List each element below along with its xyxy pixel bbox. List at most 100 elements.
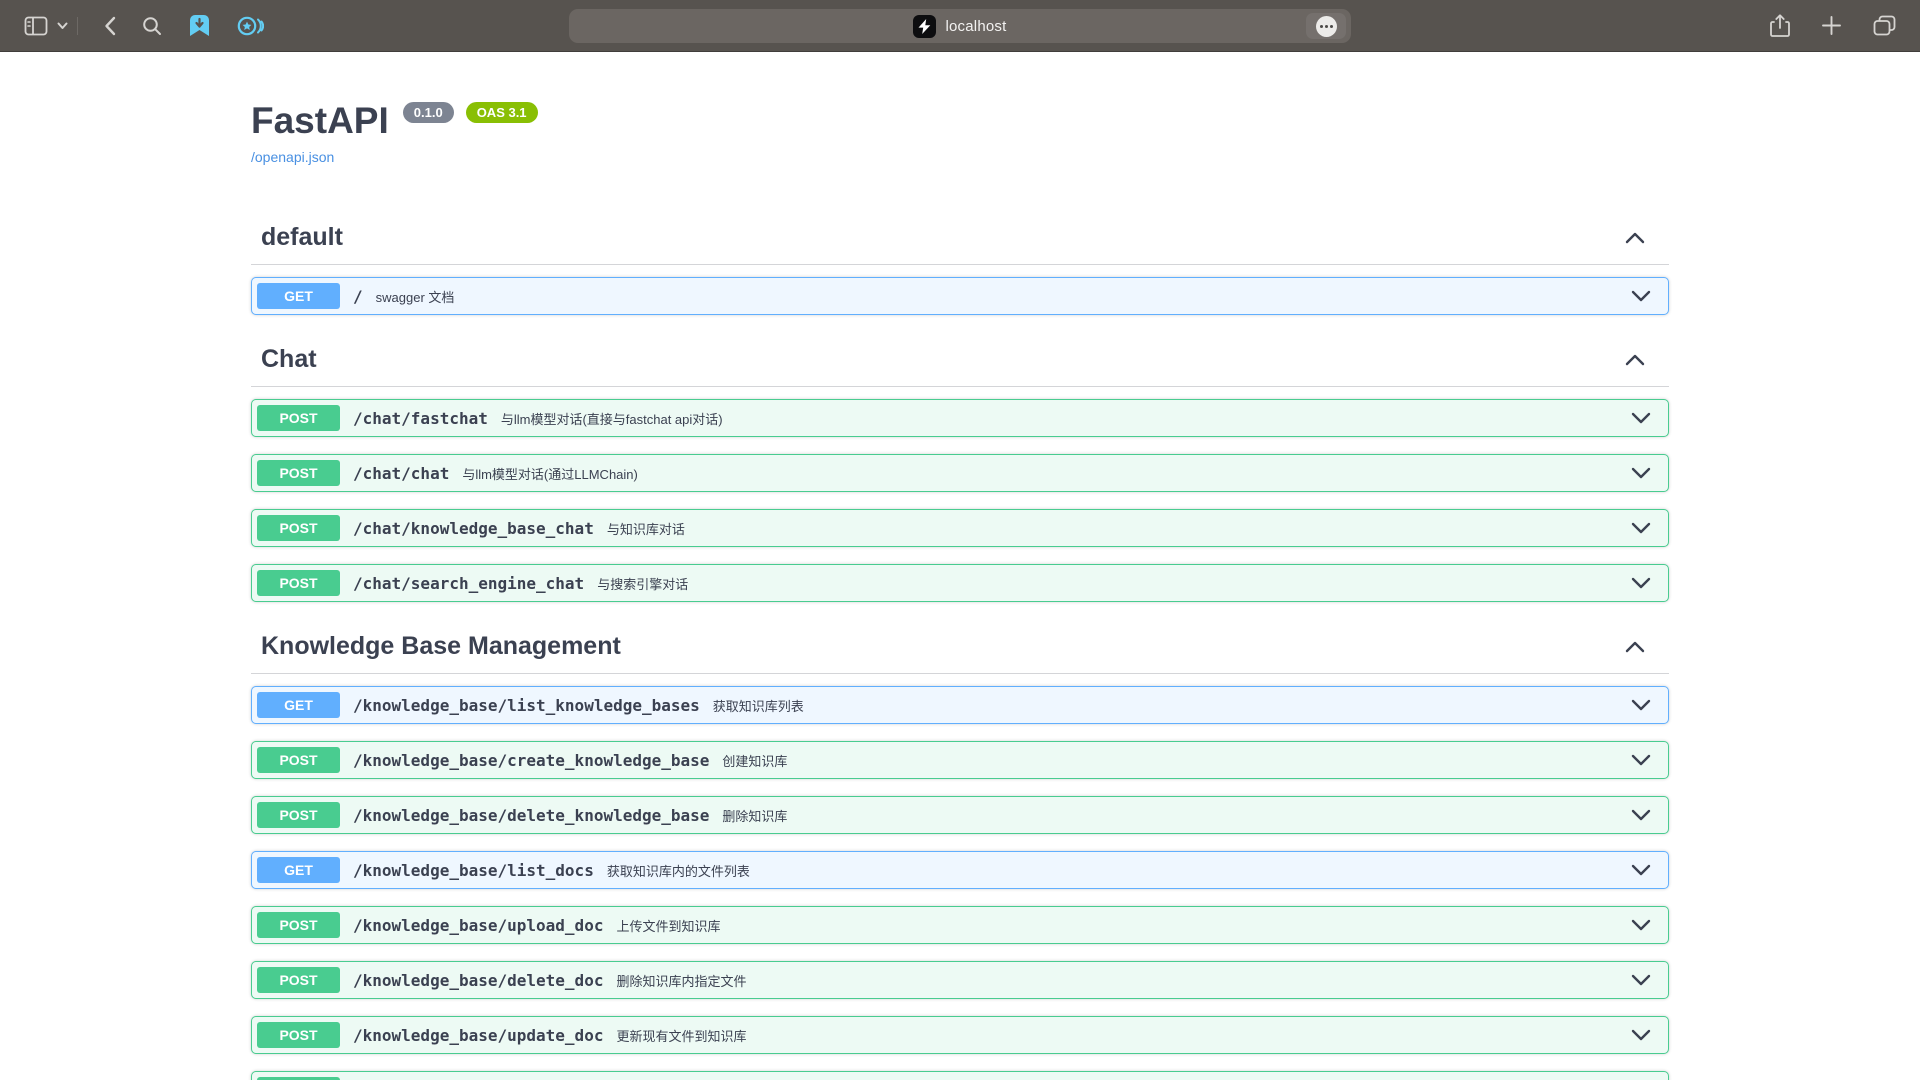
endpoint-description: swagger 文档 <box>376 287 455 306</box>
sidebar-toggle-button[interactable] <box>24 16 48 36</box>
endpoint-description: 删除知识库 <box>722 806 787 825</box>
api-info: FastAPI 0.1.0 OAS 3.1 /openapi.json <box>251 52 1669 167</box>
search-icon <box>142 16 162 36</box>
expand-arrow <box>1631 577 1651 589</box>
focus-extension-button[interactable] <box>237 15 264 37</box>
chevron-up-icon <box>1625 354 1645 366</box>
page-title: FastAPI <box>251 100 389 142</box>
sidebar-icon <box>24 16 48 36</box>
section-default: default GET / swagger 文档 <box>251 207 1669 315</box>
endpoint-row[interactable]: POST /chat/search_engine_chat 与搜索引擎对话 <box>251 564 1669 602</box>
endpoint-description: 更新现有文件到知识库 <box>616 1026 746 1045</box>
method-badge: POST <box>257 967 340 993</box>
endpoint-path: /knowledge_base/update_doc <box>353 1026 603 1045</box>
chevron-down-icon <box>1631 919 1651 931</box>
chevron-down-icon <box>1631 754 1651 766</box>
endpoint-path: /chat/knowledge_base_chat <box>353 519 594 538</box>
method-badge: POST <box>257 747 340 773</box>
endpoint-row[interactable]: POST /knowledge_base/delete_knowledge_ba… <box>251 796 1669 834</box>
endpoint-row[interactable]: POST /chat/fastchat 与llm模型对话(直接与fastchat… <box>251 399 1669 437</box>
endpoint-path: /knowledge_base/list_docs <box>353 861 594 880</box>
chevron-up-icon <box>1625 232 1645 244</box>
new-tab-button[interactable] <box>1822 16 1841 35</box>
address-bar[interactable]: localhost <box>569 9 1351 43</box>
endpoint-row[interactable]: GET /knowledge_base/list_knowledge_bases… <box>251 686 1669 724</box>
endpoint-description: 与llm模型对话(通过LLMChain) <box>462 464 638 483</box>
page-settings-button[interactable] <box>1306 13 1346 39</box>
section-header-knowledge-base-management[interactable]: Knowledge Base Management <box>251 616 1669 674</box>
expand-arrow <box>1631 809 1651 821</box>
endpoint-path: /chat/chat <box>353 464 449 483</box>
search-button[interactable] <box>142 16 162 36</box>
toolbar-divider <box>77 17 78 35</box>
method-badge: POST <box>257 802 340 828</box>
expand-arrow <box>1631 754 1651 766</box>
endpoint-description: 获取知识库内的文件列表 <box>607 861 750 880</box>
endpoint-description: 获取知识库列表 <box>713 696 804 715</box>
bookmark-arrow-icon <box>188 15 211 37</box>
expand-arrow <box>1631 290 1651 302</box>
endpoint-row[interactable]: GET /knowledge_base/list_docs 获取知识库内的文件列… <box>251 851 1669 889</box>
expand-arrow <box>1631 412 1651 424</box>
section-title: default <box>261 223 343 252</box>
endpoint-row[interactable]: GET / swagger 文档 <box>251 277 1669 315</box>
endpoint-path: /knowledge_base/upload_doc <box>353 916 603 935</box>
method-badge: GET <box>257 692 340 718</box>
chevron-left-icon <box>104 16 116 36</box>
endpoint-row[interactable]: POST /knowledge_base/delete_doc 删除知识库内指定… <box>251 961 1669 999</box>
plus-icon <box>1822 16 1841 35</box>
method-badge: POST <box>257 570 340 596</box>
chevron-down-icon <box>1631 577 1651 589</box>
endpoint-row[interactable]: POST /knowledge_base/update_doc 更新现有文件到知… <box>251 1016 1669 1054</box>
openapi-spec-link[interactable]: /openapi.json <box>251 149 334 165</box>
endpoint-row[interactable]: POST /knowledge_base/upload_doc 上传文件到知识库 <box>251 906 1669 944</box>
section-title: Chat <box>261 345 317 374</box>
oas-badge: OAS 3.1 <box>466 102 538 123</box>
chevron-down-icon <box>1631 290 1651 302</box>
section-chat: Chat POST /chat/fastchat 与llm模型对话(直接与fas… <box>251 329 1669 602</box>
endpoint-description: 与知识库对话 <box>607 519 685 538</box>
endpoint-path: /chat/search_engine_chat <box>353 574 584 593</box>
expand-arrow <box>1631 919 1651 931</box>
method-badge: POST <box>257 405 340 431</box>
method-badge: GET <box>257 857 340 883</box>
section-title: Knowledge Base Management <box>261 632 621 661</box>
endpoint-row[interactable]: POST /knowledge_base/recreate_vector_sto… <box>251 1071 1669 1080</box>
ellipsis-icon <box>1316 16 1337 37</box>
endpoint-row[interactable]: POST /chat/knowledge_base_chat 与知识库对话 <box>251 509 1669 547</box>
expand-arrow <box>1631 1029 1651 1041</box>
sidebar-chevron-button[interactable] <box>57 22 68 30</box>
share-button[interactable] <box>1770 14 1790 38</box>
endpoint-path: / <box>353 287 363 306</box>
expand-arrow <box>1631 974 1651 986</box>
tab-overview-button[interactable] <box>1873 15 1896 36</box>
method-badge: POST <box>257 460 340 486</box>
chevron-down-icon <box>1631 974 1651 986</box>
chevron-down-icon <box>1631 864 1651 876</box>
endpoint-description: 与llm模型对话(直接与fastchat api对话) <box>501 409 723 428</box>
endpoint-path: /chat/fastchat <box>353 409 488 428</box>
endpoint-description: 与搜索引擎对话 <box>597 574 688 593</box>
endpoint-path: /knowledge_base/create_knowledge_base <box>353 751 709 770</box>
endpoint-path: /knowledge_base/delete_knowledge_base <box>353 806 709 825</box>
chevron-down-icon <box>1631 467 1651 479</box>
endpoint-description: 创建知识库 <box>722 751 787 770</box>
expand-arrow <box>1631 522 1651 534</box>
chevron-down-icon <box>1631 809 1651 821</box>
endpoint-description: 删除知识库内指定文件 <box>616 971 746 990</box>
back-button[interactable] <box>104 16 116 36</box>
section-header-default[interactable]: default <box>251 207 1669 265</box>
endpoint-description: 上传文件到知识库 <box>616 916 720 935</box>
method-badge: POST <box>257 912 340 938</box>
swagger-page: FastAPI 0.1.0 OAS 3.1 /openapi.json defa… <box>0 52 1920 1080</box>
section-header-chat[interactable]: Chat <box>251 329 1669 387</box>
chevron-down-icon <box>1631 1029 1651 1041</box>
chevron-down-icon <box>1631 522 1651 534</box>
browser-toolbar: localhost <box>0 0 1920 52</box>
endpoint-row[interactable]: POST /knowledge_base/create_knowledge_ba… <box>251 741 1669 779</box>
expand-arrow <box>1631 467 1651 479</box>
endpoint-row[interactable]: POST /chat/chat 与llm模型对话(通过LLMChain) <box>251 454 1669 492</box>
version-badge: 0.1.0 <box>403 102 454 123</box>
bookmark-extension-button[interactable] <box>188 15 211 37</box>
circle-star-icon <box>237 15 264 37</box>
